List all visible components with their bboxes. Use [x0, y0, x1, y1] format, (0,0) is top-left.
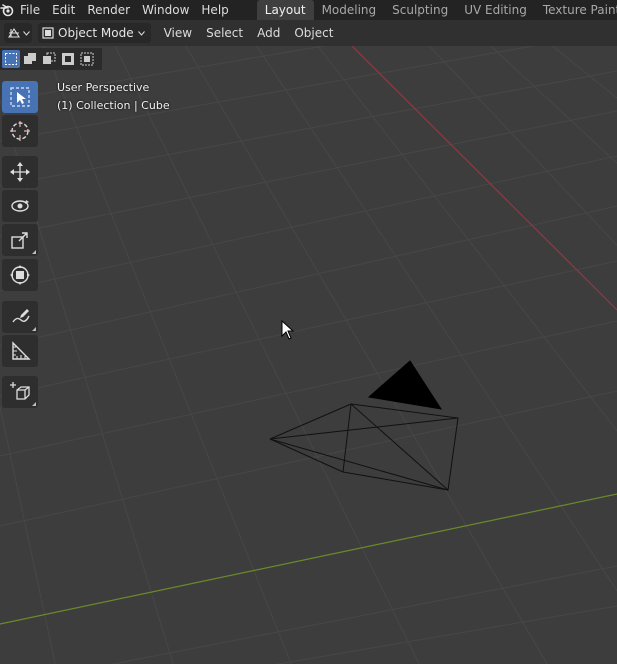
mode-select[interactable]: Object Mode — [38, 23, 151, 43]
menu-file[interactable]: File — [14, 0, 46, 20]
measure-tool[interactable] — [2, 335, 38, 367]
x-axis-line — [351, 46, 617, 311]
tab-sculpting[interactable]: Sculpting — [384, 0, 456, 20]
transform-icon — [10, 265, 30, 285]
select-intersect-icon — [80, 52, 94, 66]
transform-tool[interactable] — [2, 259, 38, 291]
move-icon — [10, 162, 30, 182]
scale-tool[interactable] — [2, 224, 38, 256]
blender-logo-icon[interactable] — [0, 0, 14, 20]
select-invert-icon — [62, 53, 74, 65]
select-new-button[interactable] — [2, 50, 20, 68]
menu-edit[interactable]: Edit — [46, 0, 81, 20]
menu-view[interactable]: View — [157, 20, 199, 46]
add-cube-icon — [10, 382, 30, 400]
mouse-pointer-icon — [281, 320, 295, 340]
tab-layout[interactable]: Layout — [256, 0, 314, 20]
mode-label: Object Mode — [58, 26, 134, 40]
3d-viewport[interactable]: User Perspective (1) Collection | Cube — [0, 46, 617, 664]
select-invert-button[interactable] — [59, 50, 77, 68]
camera-object[interactable] — [269, 360, 459, 491]
scale-icon — [11, 232, 28, 249]
tab-uv-editing[interactable]: UV Editing — [456, 0, 535, 20]
annotate-pencil-icon — [12, 309, 30, 323]
selection-mode-buttons — [0, 48, 102, 70]
viewport-scene — [0, 46, 617, 664]
viewport-header: Object Mode View Select Add Object — [0, 20, 617, 46]
workspace-tabs: Layout Modeling Sculpting UV Editing Tex… — [256, 0, 617, 20]
select-new-icon — [5, 53, 17, 65]
chevron-down-icon — [137, 30, 145, 36]
menu-render[interactable]: Render — [81, 0, 136, 20]
chevron-down-icon — [22, 30, 30, 36]
menu-select[interactable]: Select — [199, 20, 250, 46]
y-axis-line — [0, 493, 617, 625]
select-box-tool[interactable] — [2, 81, 38, 113]
active-collection-label: (1) Collection | Cube — [57, 99, 170, 112]
tool-options-corner — [32, 327, 36, 331]
3d-cursor-icon — [10, 121, 30, 141]
select-extend-button[interactable] — [21, 50, 39, 68]
menu-help[interactable]: Help — [195, 0, 234, 20]
tool-options-corner — [32, 250, 36, 254]
select-box-icon — [10, 87, 30, 107]
menu-add[interactable]: Add — [250, 20, 287, 46]
move-tool[interactable] — [2, 156, 38, 188]
top-menu-bar: File Edit Render Window Help Layout Mode… — [0, 0, 617, 20]
editor-type-icon — [7, 27, 20, 38]
tool-options-corner — [32, 402, 36, 406]
add-cube-tool[interactable] — [2, 376, 38, 408]
rotate-tool[interactable] — [2, 190, 38, 222]
measure-ruler-icon — [12, 341, 31, 360]
annotate-tool[interactable] — [2, 301, 38, 333]
cursor-tool[interactable] — [2, 115, 38, 147]
view-perspective-label: User Perspective — [57, 81, 150, 94]
tab-modeling[interactable]: Modeling — [314, 0, 385, 20]
editor-type-button[interactable] — [4, 23, 32, 43]
tab-texture-paint[interactable]: Texture Paint — [535, 0, 617, 20]
menu-window[interactable]: Window — [136, 0, 195, 20]
select-subtract-icon — [43, 52, 56, 64]
floor-grid — [0, 46, 617, 664]
rotate-icon — [11, 200, 29, 212]
object-mode-icon — [42, 27, 54, 39]
menu-object[interactable]: Object — [287, 20, 340, 46]
select-extend-icon — [24, 53, 36, 64]
select-intersect-button[interactable] — [78, 50, 96, 68]
select-subtract-button[interactable] — [40, 50, 58, 68]
